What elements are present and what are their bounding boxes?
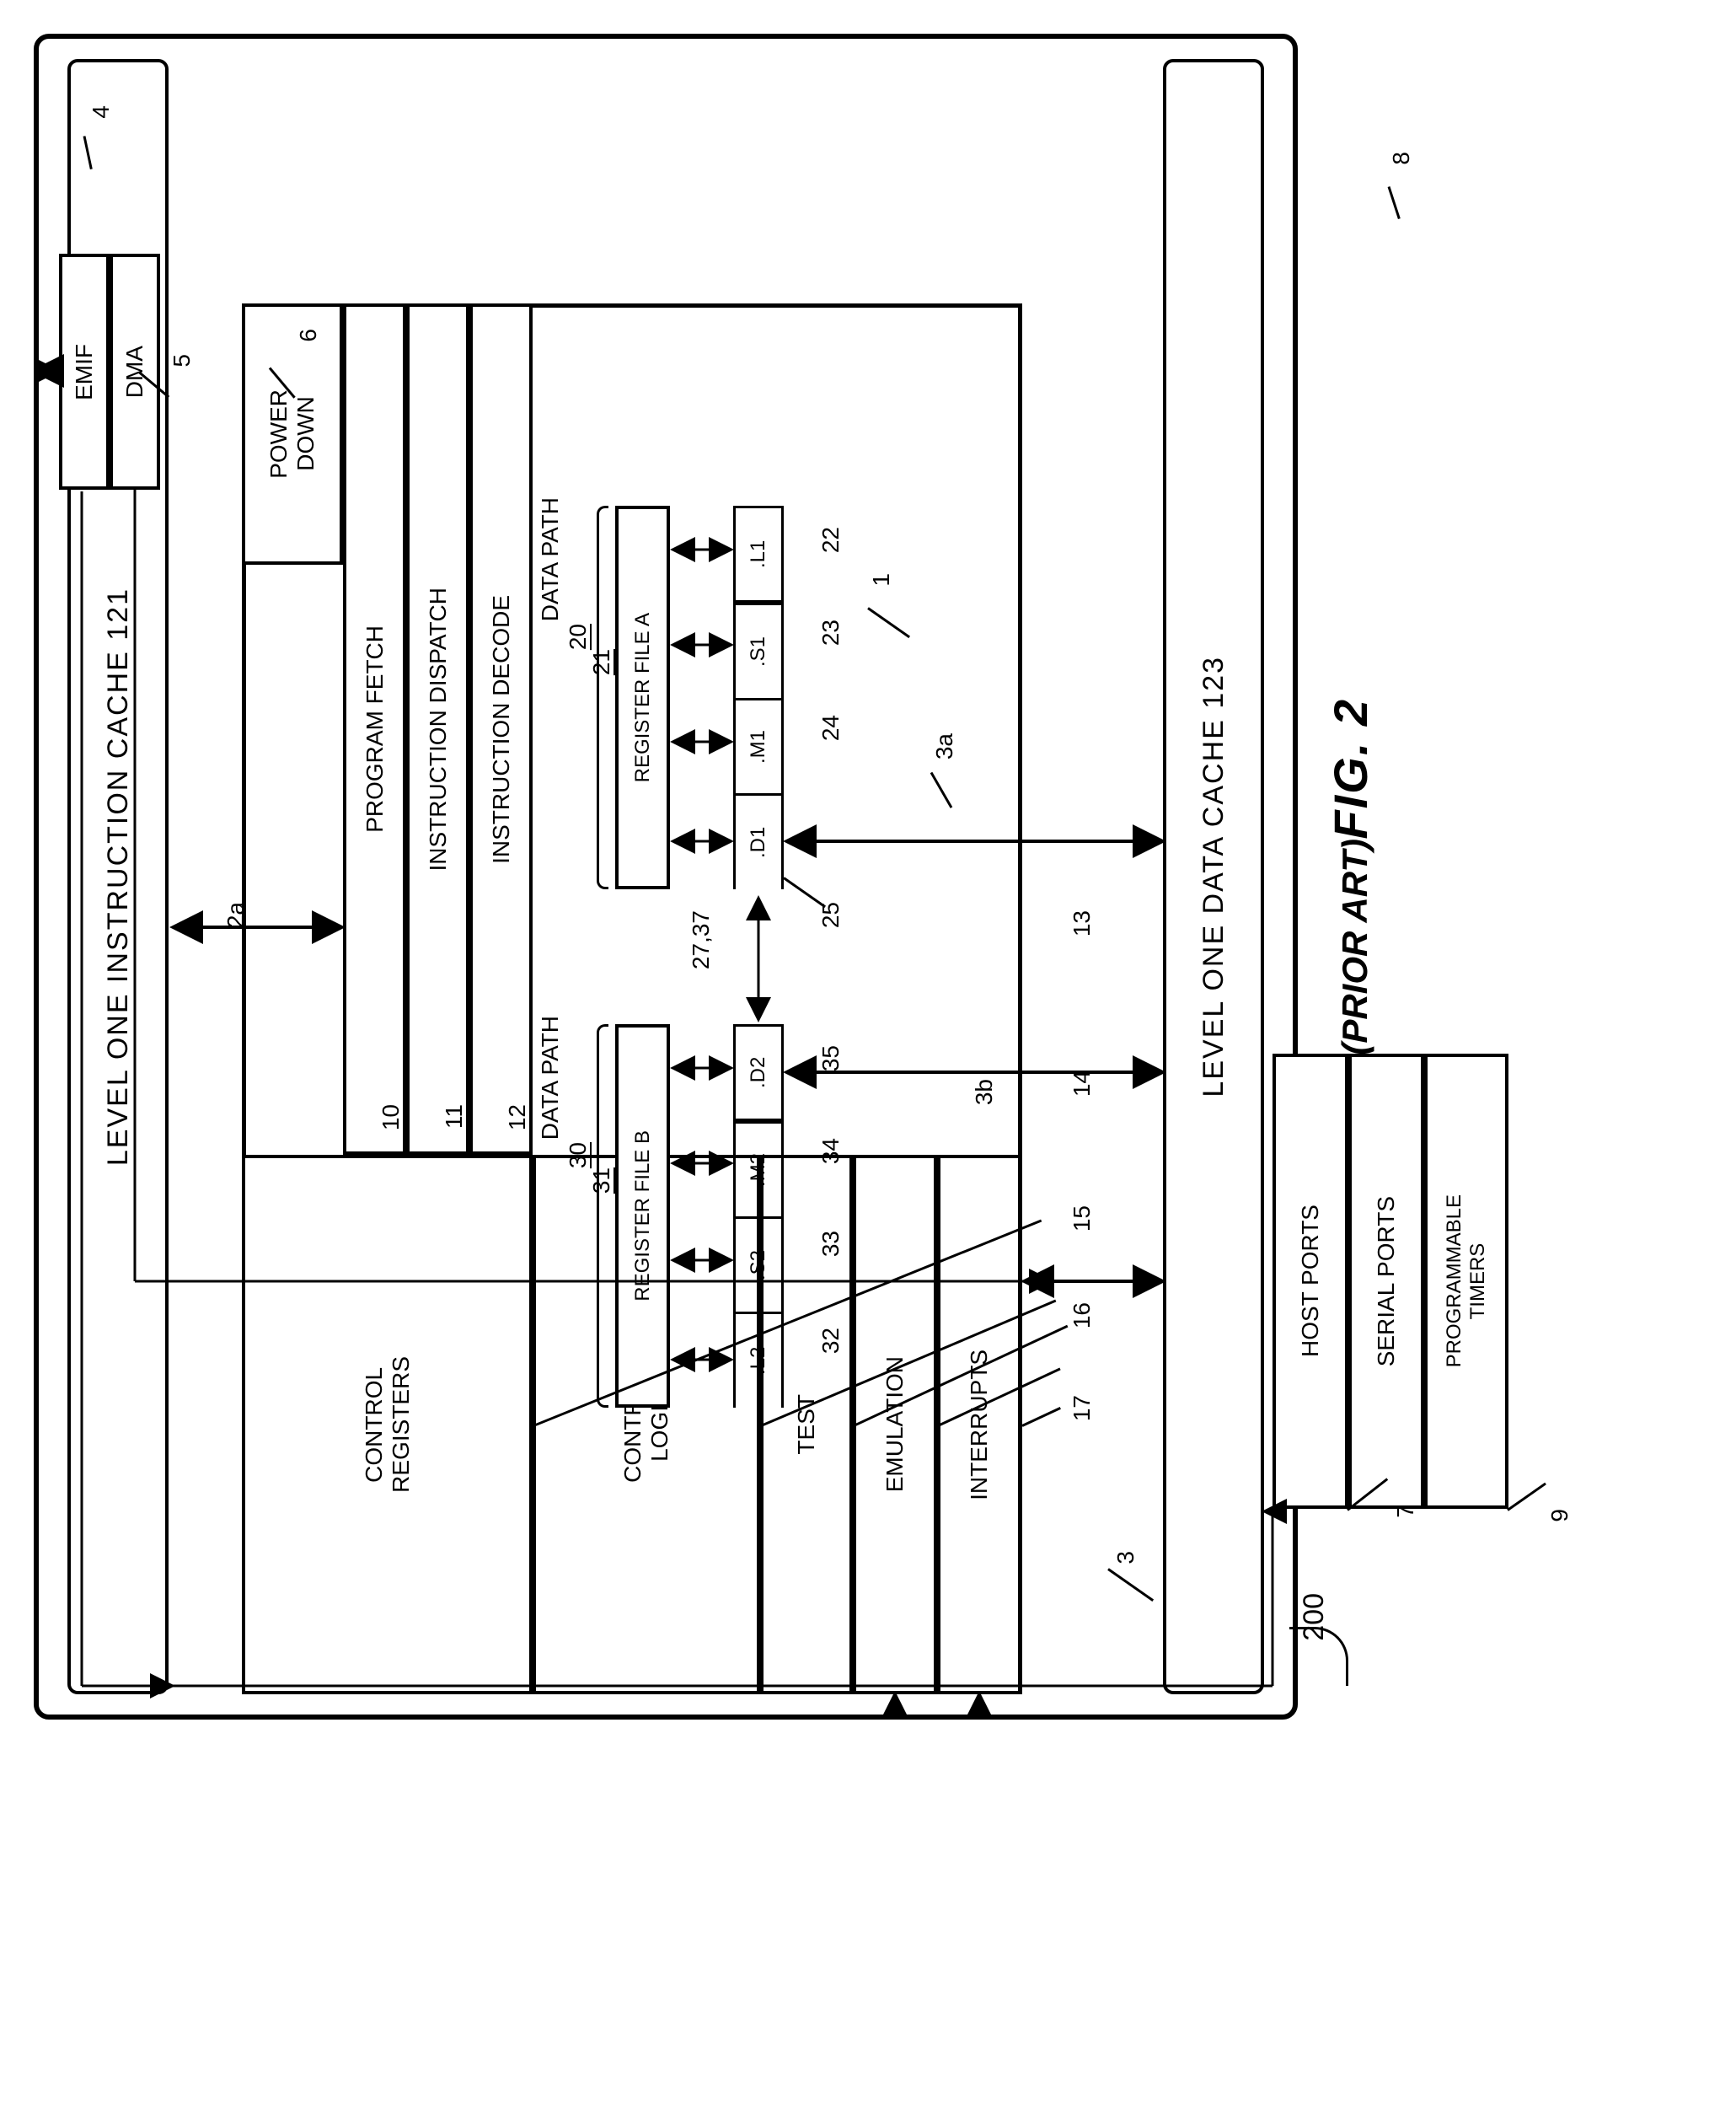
register-file-b: REGISTER FILE B	[615, 1024, 670, 1408]
l1-data-cache: LEVEL ONE DATA CACHE 123	[1163, 59, 1264, 1694]
host-ports-label: HOST PORTS	[1297, 1205, 1324, 1357]
exchange-label: 27,37	[688, 910, 715, 969]
num-serial-ports: 8	[1388, 152, 1415, 165]
num-ctrl-logic: 14	[1069, 1071, 1096, 1097]
instruction-dispatch: INSTRUCTION DISPATCH	[406, 303, 469, 1155]
units-b: .D2 .M2 .S2 .L2	[733, 1024, 784, 1408]
program-fetch: PROGRAM FETCH	[343, 303, 406, 1155]
register-file-a: REGISTER FILE A	[615, 506, 670, 889]
register-file-b-label: REGISTER FILE B	[631, 1130, 655, 1301]
l1i-label: LEVEL ONE INSTRUCTION CACHE 121	[102, 588, 135, 1166]
dp-b-title: DATA PATH	[537, 1016, 564, 1140]
num-emulation: 16	[1069, 1302, 1096, 1328]
brace-b	[597, 1024, 608, 1408]
num-l2: 32	[817, 1328, 844, 1354]
emulation-label: EMULATION	[881, 1356, 908, 1492]
num-l1: 22	[817, 527, 844, 553]
instruction-decode: INSTRUCTION DECODE	[469, 303, 533, 1155]
num-instruction-dispatch: 11	[441, 1104, 468, 1129]
num-2a: 2a	[222, 902, 249, 928]
instruction-dispatch-label: INSTRUCTION DISPATCH	[425, 588, 452, 872]
program-fetch-label: PROGRAM FETCH	[362, 625, 388, 833]
num-dma: 5	[169, 354, 196, 368]
num-prog-timers: 9	[1546, 1509, 1573, 1522]
num-instruction-decode: 12	[504, 1104, 531, 1130]
interrupts: INTERRUPTS	[937, 1155, 1021, 1694]
num-l1d: 3	[1112, 1551, 1139, 1564]
serial-ports-label: SERIAL PORTS	[1373, 1196, 1400, 1366]
num-program-fetch: 10	[378, 1104, 405, 1130]
num-3b: 3b	[971, 1079, 998, 1105]
unit-d2: .D2	[733, 1024, 784, 1121]
num-interrupts: 17	[1069, 1395, 1096, 1421]
unit-m1: .M1	[733, 698, 784, 793]
brace-a	[597, 506, 608, 889]
programmable-timers-label: PROGRAMMABLE TIMERS	[1443, 1194, 1490, 1367]
power-down: POWER DOWN	[242, 303, 343, 565]
unit-s2: .S2	[733, 1216, 784, 1312]
dma: DMA	[110, 254, 160, 490]
num-s1: 23	[817, 620, 844, 646]
num-emif: 4	[88, 105, 115, 119]
num-power-down: 6	[295, 329, 322, 342]
num-ctrl-registers: 13	[1069, 910, 1096, 936]
unit-s1: .S1	[733, 603, 784, 698]
dma-label: DMA	[121, 346, 148, 398]
serial-ports: SERIAL PORTS	[1348, 1054, 1424, 1509]
dp-b-number: 30	[565, 1142, 592, 1168]
dp-a-number: 20	[565, 624, 592, 650]
host-ports: HOST PORTS	[1273, 1054, 1348, 1509]
emif: EMIF	[59, 254, 110, 490]
unit-m2: .M2	[733, 1121, 784, 1216]
control-registers: CONTROL REGISTERS	[242, 1155, 533, 1694]
lead-8	[1388, 186, 1401, 219]
emif-label: EMIF	[71, 344, 98, 400]
register-file-a-label: REGISTER FILE A	[631, 613, 655, 782]
num-m1: 24	[817, 715, 844, 741]
emulation: EMULATION	[853, 1155, 937, 1694]
unit-l1: .L1	[733, 506, 784, 603]
figure-title-main: FIG. 2	[1323, 698, 1378, 840]
control-registers-label: CONTROL REGISTERS	[361, 1356, 415, 1493]
num-d2: 35	[817, 1045, 844, 1071]
l1d-label: LEVEL ONE DATA CACHE 123	[1198, 656, 1230, 1097]
num-host-ports: 7	[1392, 1505, 1419, 1518]
figure-title-sub: (PRIOR ART)	[1335, 839, 1375, 1055]
instruction-decode-label: INSTRUCTION DECODE	[488, 595, 515, 864]
num-core: 1	[868, 573, 895, 587]
num-3a: 3a	[931, 733, 958, 759]
num-s2: 33	[817, 1231, 844, 1257]
units-a: .L1 .S1 .M1 .D1	[733, 506, 784, 889]
diagram-root: LEVEL ONE INSTRUCTION CACHE 121 LEVEL ON…	[34, 34, 1298, 1720]
num-test: 15	[1069, 1205, 1096, 1232]
programmable-timers: PROGRAMMABLE TIMERS	[1424, 1054, 1508, 1509]
power-down-label: POWER DOWN	[265, 389, 319, 479]
lead-9	[1507, 1483, 1546, 1511]
num-m2: 34	[817, 1138, 844, 1164]
unit-d1: .D1	[733, 793, 784, 889]
dp-a-title: DATA PATH	[537, 497, 564, 621]
